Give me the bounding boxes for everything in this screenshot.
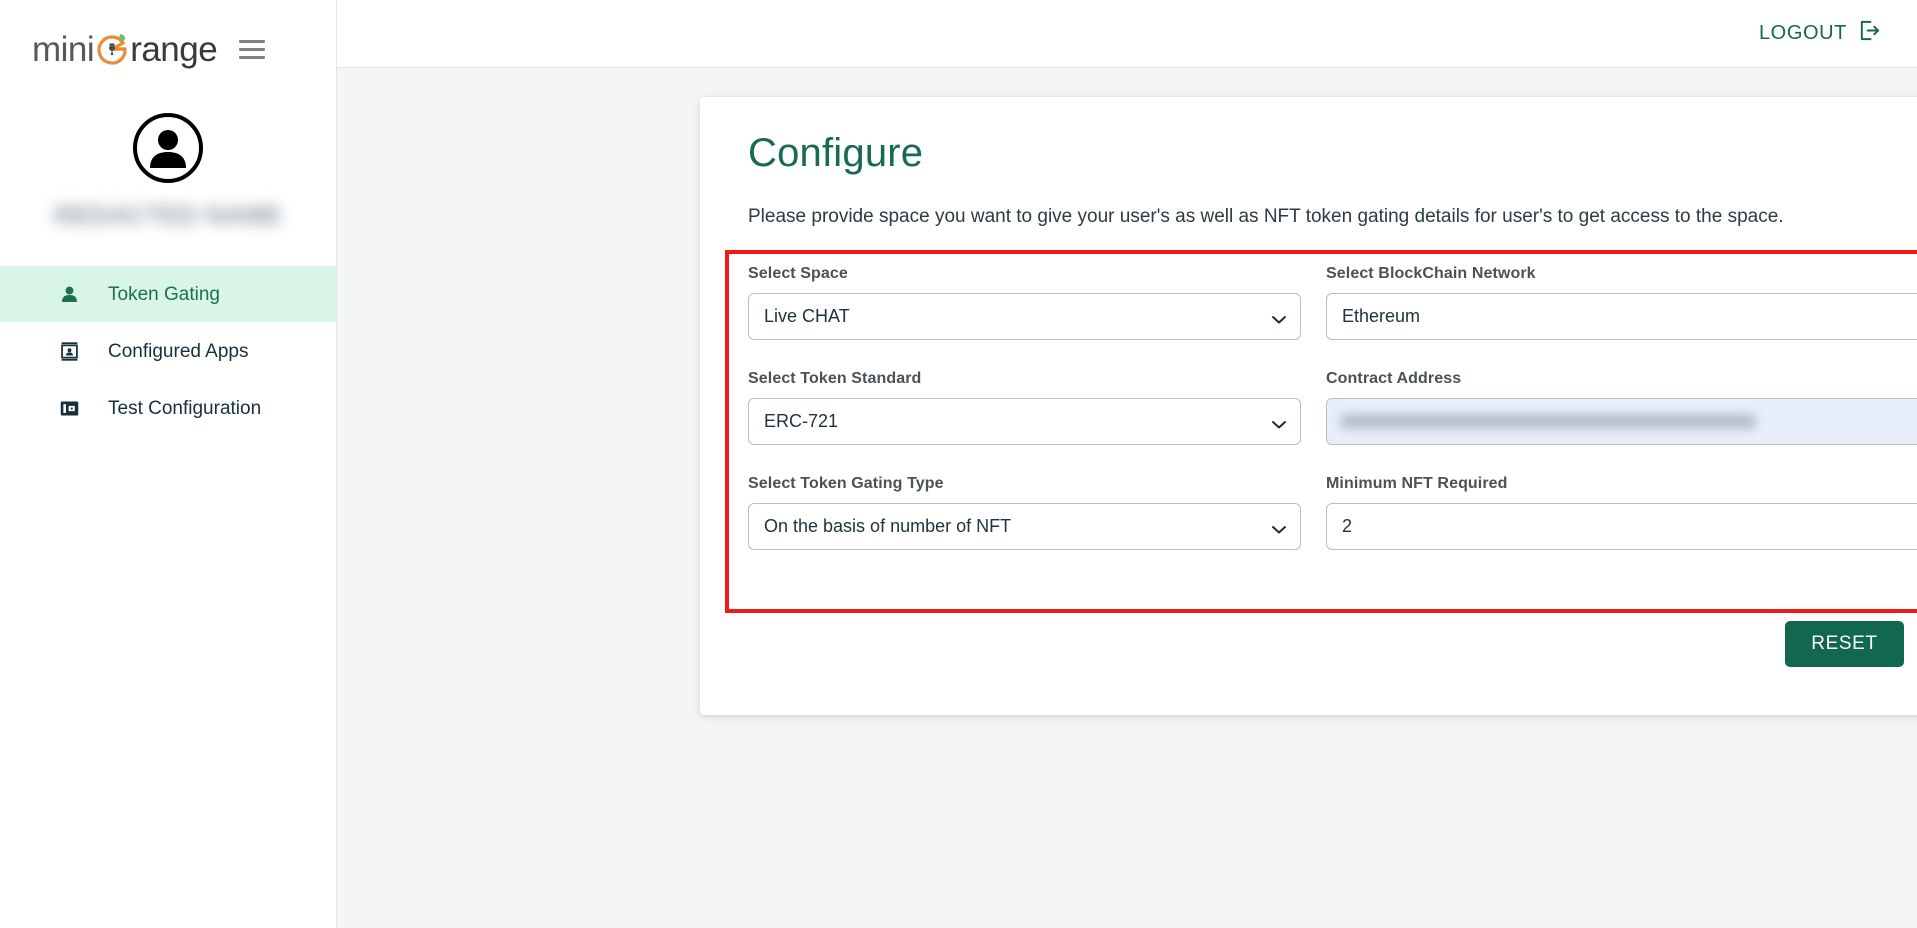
select-token-gating-type[interactable]: On the basis of number of NFT — [748, 502, 1301, 550]
logo-text-mini: mini — [32, 29, 95, 69]
select-blockchain-network[interactable]: Ethereum — [1326, 292, 1917, 340]
page-title: Configure — [748, 131, 924, 175]
user-profile-block: REDACTED NAME — [0, 98, 336, 230]
logo-text-range: range — [130, 29, 218, 69]
field-select-token-gating-type: Select Token Gating Type On the basis of… — [748, 475, 1301, 550]
field-label: Select BlockChain Network — [1326, 264, 1536, 282]
contract-address-input[interactable] — [1326, 397, 1917, 445]
sidebar-item-label: Token Gating — [108, 283, 220, 305]
topbar: LOGOUT — [337, 0, 1917, 68]
id-card-icon — [58, 340, 81, 363]
sidebar-item-label: Test Configuration — [108, 397, 262, 419]
sidebar-item-token-gating[interactable]: Token Gating — [0, 266, 336, 322]
reset-button[interactable]: RESET — [1785, 621, 1904, 667]
app-root: mini range REDACTED NAME Token Gating Co… — [0, 0, 1917, 928]
select-token-standard[interactable]: ERC-721 — [748, 397, 1301, 445]
field-minimum-nft-required: Minimum NFT Required — [1326, 475, 1917, 550]
page-description: Please provide space you want to give yo… — [748, 206, 1784, 227]
field-label: Contract Address — [1326, 369, 1462, 387]
sidebar: mini range REDACTED NAME Token Gating Co… — [0, 0, 337, 928]
app-window-icon — [58, 397, 81, 420]
field-select-space: Select Space Live CHAT — [748, 265, 1301, 340]
logout-label: LOGOUT — [1758, 22, 1847, 44]
sign-out-icon — [1858, 19, 1881, 48]
minimum-nft-required-input[interactable] — [1326, 502, 1917, 550]
sidebar-nav: Token Gating Configured Apps Test Config… — [0, 266, 336, 436]
content-area: Configure Please provide space you want … — [337, 68, 1917, 928]
orange-lock-logo-icon — [95, 32, 129, 66]
hamburger-menu-icon[interactable] — [239, 39, 266, 59]
main-area: LOGOUT Configure Please provide space yo… — [337, 0, 1917, 928]
miniorange-logo[interactable]: mini range — [32, 25, 218, 73]
person-icon — [58, 283, 81, 306]
select-space[interactable]: Live CHAT — [748, 292, 1301, 340]
field-label: Select Token Gating Type — [748, 474, 944, 492]
configure-card: Configure Please provide space you want … — [700, 97, 1917, 715]
field-label: Minimum NFT Required — [1326, 474, 1508, 492]
field-select-token-standard: Select Token Standard ERC-721 — [748, 370, 1301, 445]
sidebar-item-label: Configured Apps — [108, 340, 249, 362]
user-name: REDACTED NAME — [53, 200, 283, 230]
card-actions: RESET SUBMIT — [1785, 615, 1917, 673]
sidebar-item-configured-apps[interactable]: Configured Apps — [0, 323, 336, 379]
logout-button[interactable]: LOGOUT — [1755, 13, 1885, 54]
field-select-blockchain-network: Select BlockChain Network Ethereum — [1326, 265, 1917, 340]
user-avatar-icon — [132, 112, 204, 184]
field-label: Select Space — [748, 264, 848, 282]
sidebar-item-test-configuration[interactable]: Test Configuration — [0, 380, 336, 436]
field-label: Select Token Standard — [748, 369, 922, 387]
field-contract-address: Contract Address — [1326, 370, 1917, 445]
brand-row: mini range — [0, 0, 336, 98]
configure-form: Select Space Live CHAT Select BlockChain… — [748, 253, 1917, 550]
